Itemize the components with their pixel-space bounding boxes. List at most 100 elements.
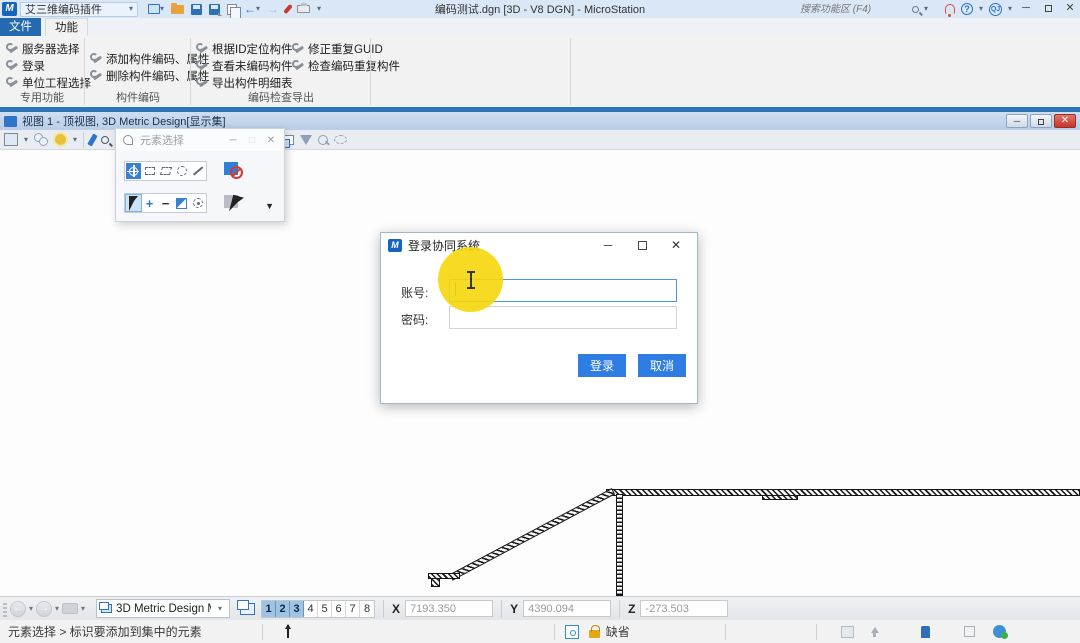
dialog-close-button[interactable]: ✕ [662, 238, 690, 252]
plugin-workflow-dropdown[interactable]: 艾三维编码插件 ▾ [20, 2, 138, 17]
cad-wall-vertical[interactable] [616, 494, 623, 596]
view-toggle-6[interactable]: 6 [332, 601, 346, 617]
view-attributes-icon[interactable] [4, 133, 18, 146]
fence-mode-icon[interactable] [190, 195, 205, 211]
bottom-toolbar: ← ▾ → ▾ ▾ 3D Metric Design Mo ▾ 1 2 3 4 … [0, 596, 1080, 620]
undo-icon: ← [244, 3, 256, 15]
ribbon-item-locate-by-id[interactable]: 根据ID定位构件 [196, 41, 293, 57]
connection-status-icon[interactable] [993, 625, 1006, 638]
pointer-icon[interactable] [126, 195, 141, 211]
save-settings-button[interactable] [209, 2, 220, 16]
cad-wall-horizontal[interactable] [606, 489, 1080, 496]
view-close-button[interactable]: ✕ [1054, 114, 1076, 128]
ribbon-item-delete-component-code[interactable]: 删除构件编码、属性 [90, 68, 210, 84]
print-button[interactable] [297, 2, 310, 16]
dialog-minimize-button[interactable]: ─ [594, 238, 622, 252]
chevron-down-icon[interactable]: ▾ [55, 604, 59, 613]
zoom-in-icon[interactable] [101, 136, 109, 144]
undo-button[interactable]: ←▾ [244, 2, 260, 16]
open-button[interactable] [171, 2, 184, 16]
cad-wall-notch[interactable] [762, 495, 798, 500]
view-toggle-5[interactable]: 5 [318, 601, 332, 617]
help-icon[interactable]: ? [961, 3, 973, 15]
redo-button[interactable]: → [267, 2, 279, 16]
notifications-bell-icon[interactable] [945, 4, 955, 14]
pin-button[interactable] [286, 2, 290, 16]
select-line-icon[interactable] [190, 163, 205, 179]
tab-function[interactable]: 功能 [45, 18, 88, 36]
ribbon-item-view-uncoded[interactable]: 查看未编码构件 [196, 58, 293, 74]
y-coordinate-input[interactable] [523, 600, 611, 617]
block-selection-icon[interactable] [224, 162, 238, 175]
window-restore-button[interactable] [1040, 2, 1056, 16]
dialog-maximize-button[interactable] [628, 238, 656, 252]
view-toggle-3[interactable]: 3 [290, 601, 304, 617]
forward-button[interactable]: → [36, 601, 52, 617]
view-toggle-7[interactable]: 7 [346, 601, 360, 617]
view-toggle-8[interactable]: 8 [360, 601, 374, 617]
upload-icon[interactable] [868, 626, 881, 638]
ibeam-cursor-icon [470, 272, 472, 288]
window-minimize-button[interactable]: ─ [1018, 2, 1034, 16]
selection-status-icon[interactable] [565, 625, 579, 639]
view-toggle-1[interactable]: 1 [262, 601, 276, 617]
cad-wall-post[interactable] [431, 578, 440, 587]
grey-pointer-icon[interactable] [224, 195, 238, 208]
select-lasso-icon[interactable] [158, 163, 173, 179]
dialog-titlebar[interactable]: M 登录协同系统 ─ ✕ [381, 233, 697, 257]
login-button[interactable]: 登录 [578, 354, 626, 377]
clip-volume-icon[interactable] [300, 135, 312, 145]
panel-titlebar[interactable]: 元素选择 ─ □ ✕ [116, 129, 284, 151]
adjust-brightness-icon[interactable] [55, 134, 66, 145]
view-restore-button[interactable] [1030, 114, 1052, 128]
add-selection-icon[interactable]: + [142, 195, 157, 211]
chevron-down-icon[interactable]: ▾ [81, 604, 85, 613]
clip-mask-icon[interactable] [318, 135, 328, 145]
coordinate-y: Y [510, 600, 611, 617]
ribbon-item-add-component-code[interactable]: 添加构件编码、属性 [90, 51, 210, 67]
active-level-label[interactable]: 缺省 [606, 623, 630, 640]
view-toggle-4[interactable]: 4 [304, 601, 318, 617]
panel-close-button[interactable]: ✕ [264, 135, 278, 146]
view-groups-icon[interactable] [240, 603, 255, 615]
chevron-down-icon[interactable]: ▾ [29, 604, 33, 613]
select-circle-icon[interactable] [174, 163, 189, 179]
user-avatar[interactable]: QJ [989, 3, 1002, 16]
ribbon-search[interactable]: ▾ [800, 2, 932, 16]
tab-file[interactable]: 文件 [0, 18, 41, 36]
section-clip-icon[interactable] [334, 135, 347, 144]
password-input[interactable] [449, 306, 677, 329]
ribbon-item-check-duplicate-code[interactable]: 检查编码重复构件 [292, 58, 400, 74]
model-selector[interactable]: 3D Metric Design Mo ▾ [96, 599, 230, 618]
customize-toolbar-button[interactable]: ▾ [317, 2, 321, 16]
back-button[interactable]: ← [10, 601, 26, 617]
ribbon-item-login[interactable]: 登录 [6, 58, 45, 74]
search-input[interactable] [800, 3, 912, 16]
chevron-down-icon: ▾ [256, 5, 260, 13]
panel-minimize-button[interactable]: ─ [226, 135, 240, 146]
select-prev-icon[interactable] [964, 626, 975, 637]
window-close-button[interactable]: ✕ [1062, 2, 1078, 16]
save-button[interactable] [191, 2, 202, 16]
select-crosshair-icon[interactable] [126, 163, 141, 179]
compress-button[interactable] [227, 2, 237, 16]
subtract-selection-icon[interactable]: − [158, 195, 173, 211]
cancel-button[interactable]: 取消 [638, 354, 686, 377]
view-history-icon[interactable] [62, 603, 78, 614]
cad-wall-diagonal[interactable] [449, 488, 615, 581]
z-coordinate-input[interactable] [640, 600, 728, 617]
user-presence-icon[interactable] [921, 626, 930, 638]
panel-expand-arrow[interactable]: ▼ [265, 201, 274, 211]
ribbon-item-server-select[interactable]: 服务器选择 [6, 41, 80, 57]
clip-icon[interactable] [841, 626, 854, 638]
update-view-brush-icon[interactable] [87, 133, 97, 146]
display-style-icon[interactable] [34, 133, 48, 146]
window-style-button[interactable]: ▾ [148, 2, 164, 16]
view-minimize-button[interactable]: ─ [1006, 114, 1028, 128]
select-rect-icon[interactable] [142, 163, 157, 179]
ribbon: 服务器选择 登录 单位工程选择 专用功能 添加构件编码、属性 删除构件编码、属性… [0, 36, 1080, 107]
x-coordinate-input[interactable] [405, 600, 493, 617]
overlap-mode-icon[interactable] [174, 195, 189, 211]
lock-icon[interactable] [589, 630, 600, 638]
view-toggle-2[interactable]: 2 [276, 601, 290, 617]
